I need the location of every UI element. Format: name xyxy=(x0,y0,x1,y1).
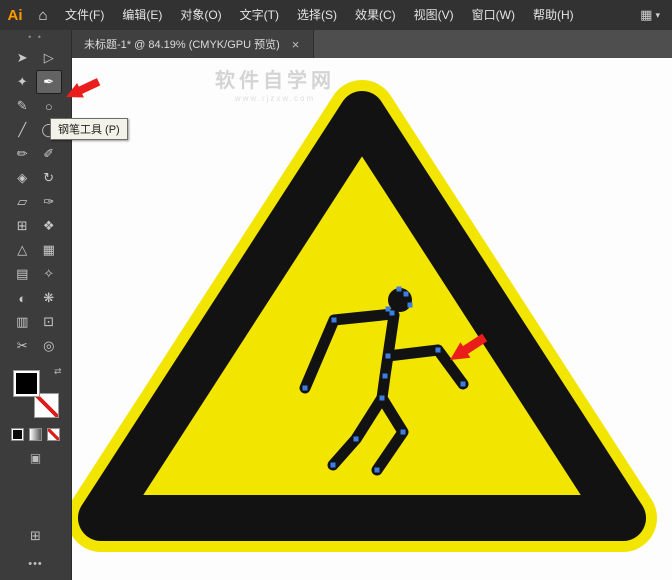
menu-file[interactable]: 文件(F) xyxy=(56,0,113,30)
home-icon[interactable]: ⌂ xyxy=(30,7,56,24)
close-icon[interactable]: × xyxy=(290,37,302,52)
gradient-tool[interactable]: ▤ xyxy=(9,262,36,286)
chevron-down-icon: ▾ xyxy=(655,10,660,21)
draw-mode-icon[interactable]: ▣ xyxy=(0,451,71,465)
tools-panel: • • ➤ ▷ ✦ ✒ ✎ ○ ╱ ◯ ✏ ✐ ◈ ↻ ▱ ✑ ⊞ ❖ △ ▦ … xyxy=(0,30,72,580)
workspace-grid-icon: ▦ xyxy=(640,7,652,23)
none-button[interactable] xyxy=(47,428,60,441)
rotate-tool[interactable]: ↻ xyxy=(36,166,63,190)
line-tool[interactable]: ╱ xyxy=(9,118,36,142)
pen-tool[interactable]: ✒ xyxy=(36,70,63,94)
symbol-sprayer-tool[interactable]: ❋ xyxy=(36,286,63,310)
toolbar-drag-handle[interactable]: • • xyxy=(0,30,71,46)
toolbar-bottom: ⊞ ••• xyxy=(0,528,71,580)
eyedropper-tool[interactable]: ✧ xyxy=(36,262,63,286)
menu-select[interactable]: 选择(S) xyxy=(288,0,346,30)
gradient-button[interactable] xyxy=(29,428,42,441)
color-button[interactable] xyxy=(11,428,24,441)
artboard-tool[interactable]: ⊡ xyxy=(36,310,63,334)
tooltip-text: 钢笔工具 (P) xyxy=(58,124,120,136)
workspace-switcher[interactable]: ▦ ▾ xyxy=(628,7,672,23)
menu-effect[interactable]: 效果(C) xyxy=(346,0,405,30)
pencil-tool[interactable]: ✐ xyxy=(36,142,63,166)
document-tab-title: 未标题-1* @ 84.19% (CMYK/GPU 预览) xyxy=(84,36,280,52)
shape-builder-tool[interactable]: ❖ xyxy=(36,214,63,238)
swap-fill-stroke-icon[interactable]: ⇄ xyxy=(54,366,62,377)
menu-edit[interactable]: 编辑(E) xyxy=(113,0,171,30)
column-graph-tool[interactable]: ▥ xyxy=(9,310,36,334)
app-logo[interactable]: Ai xyxy=(0,7,30,24)
artboard-canvas[interactable]: 软件自学网 www.rjzxw.com xyxy=(72,58,672,580)
mesh-tool[interactable]: ▦ xyxy=(36,238,63,262)
blend-tool[interactable]: ◐ xyxy=(9,286,36,310)
pen-tool-tooltip: 钢笔工具 (P) xyxy=(50,118,128,140)
eraser-tool[interactable]: ◈ xyxy=(9,166,36,190)
paintbrush-tool[interactable]: ✏ xyxy=(9,142,36,166)
width-tool[interactable]: ✑ xyxy=(36,190,63,214)
selection-tool[interactable]: ➤ xyxy=(9,46,36,70)
tool-grid: ➤ ▷ ✦ ✒ ✎ ○ ╱ ◯ ✏ ✐ ◈ ↻ ▱ ✑ ⊞ ❖ △ ▦ ▤ ✧ … xyxy=(0,46,71,358)
curvature-tool[interactable]: ✎ xyxy=(9,94,36,118)
shaper-tool[interactable]: ○ xyxy=(36,94,63,118)
illustrator-window: Ai ⌂ 文件(F) 编辑(E) 对象(O) 文字(T) 选择(S) 效果(C)… xyxy=(0,0,672,580)
free-transform-tool[interactable]: ⊞ xyxy=(9,214,36,238)
slice-tool[interactable]: ✂ xyxy=(9,334,36,358)
menu-window[interactable]: 窗口(W) xyxy=(463,0,524,30)
document-tabbar: 未标题-1* @ 84.19% (CMYK/GPU 预览) × xyxy=(72,30,672,58)
fill-color-swatch[interactable] xyxy=(13,370,40,397)
fill-stroke-swatches: ⇄ xyxy=(13,370,59,418)
menu-view[interactable]: 视图(V) xyxy=(405,0,463,30)
menu-type[interactable]: 文字(T) xyxy=(231,0,288,30)
scale-tool[interactable]: ▱ xyxy=(9,190,36,214)
more-tools-icon[interactable]: ••• xyxy=(28,558,43,570)
warning-sign-graphic[interactable] xyxy=(72,58,672,580)
color-mode-row xyxy=(0,428,71,441)
menubar: Ai ⌂ 文件(F) 编辑(E) 对象(O) 文字(T) 选择(S) 效果(C)… xyxy=(0,0,672,30)
menu-object[interactable]: 对象(O) xyxy=(171,0,230,30)
direct-selection-tool[interactable]: ▷ xyxy=(36,46,63,70)
panel-icon[interactable]: ⊞ xyxy=(0,528,71,544)
document-tab[interactable]: 未标题-1* @ 84.19% (CMYK/GPU 预览) × xyxy=(72,30,314,58)
perspective-grid-tool[interactable]: △ xyxy=(9,238,36,262)
zoom-tool[interactable]: ◎ xyxy=(36,334,63,358)
magic-wand-tool[interactable]: ✦ xyxy=(9,70,36,94)
menu-help[interactable]: 帮助(H) xyxy=(524,0,583,30)
